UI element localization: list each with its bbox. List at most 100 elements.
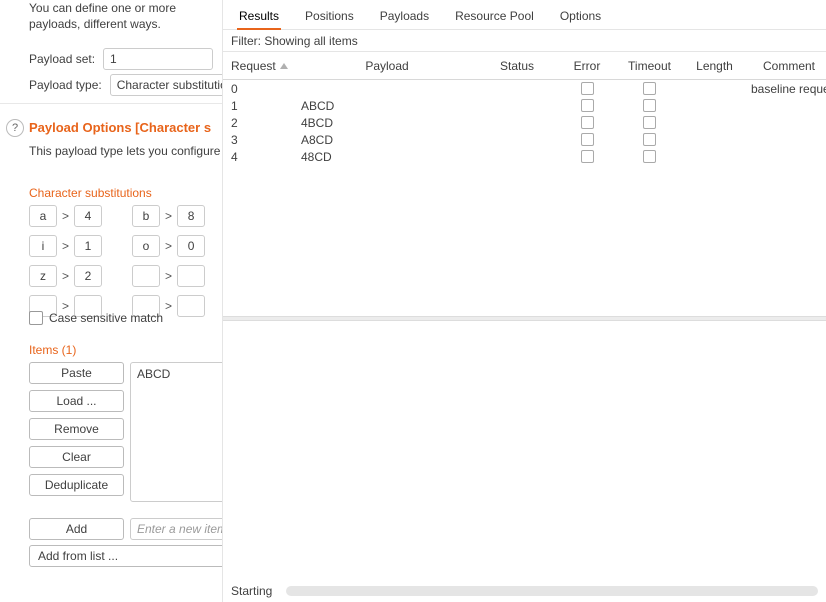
- table-row[interactable]: 0 baseline request: [227, 80, 826, 97]
- arrow-icon: >: [60, 269, 71, 283]
- cell-request: 0: [227, 82, 297, 96]
- table-row[interactable]: 1 ABCD: [227, 97, 826, 114]
- sub-to-input[interactable]: 1: [74, 235, 102, 257]
- intro-text: You can define one or more payloads, dif…: [29, 0, 229, 32]
- sub-from-input[interactable]: [132, 265, 160, 287]
- remove-button[interactable]: Remove: [29, 418, 124, 440]
- col-comment[interactable]: Comment: [747, 59, 826, 73]
- tab-results[interactable]: Results: [239, 9, 279, 29]
- cell-payload: 48CD: [297, 150, 477, 164]
- sub-from-input[interactable]: a: [29, 205, 57, 227]
- cell-error: [557, 82, 617, 95]
- character-substitutions-title: Character substitutions: [29, 186, 152, 200]
- sub-to-input[interactable]: 0: [177, 235, 205, 257]
- cell-timeout: [617, 116, 682, 129]
- table-row[interactable]: 4 48CD: [227, 148, 826, 165]
- payload-type-label: Payload type:: [29, 78, 102, 92]
- arrow-icon: >: [163, 239, 174, 253]
- col-request[interactable]: Request: [227, 59, 297, 73]
- timeout-checkbox[interactable]: [643, 133, 656, 146]
- items-listbox[interactable]: ABCD: [130, 362, 225, 502]
- error-checkbox[interactable]: [581, 133, 594, 146]
- help-icon[interactable]: ?: [6, 119, 24, 137]
- col-payload[interactable]: Payload: [297, 59, 477, 73]
- tab-resource-pool[interactable]: Resource Pool: [455, 9, 534, 29]
- error-checkbox[interactable]: [581, 116, 594, 129]
- tab-options[interactable]: Options: [560, 9, 601, 29]
- tab-payloads[interactable]: Payloads: [380, 9, 429, 29]
- sub-to-input[interactable]: [177, 265, 205, 287]
- col-status[interactable]: Status: [477, 59, 557, 73]
- sub-to-input[interactable]: 4: [74, 205, 102, 227]
- substitution-grid: a > 4 b > 8 i > 1 o > 0 z: [29, 204, 245, 318]
- cell-error: [557, 99, 617, 112]
- case-sensitive-checkbox[interactable]: [29, 311, 43, 325]
- payload-set-value: 1: [110, 52, 117, 66]
- arrow-icon: >: [163, 209, 174, 223]
- sub-from-input[interactable]: i: [29, 235, 57, 257]
- cell-payload: A8CD: [297, 133, 477, 147]
- table-row[interactable]: 2 4BCD: [227, 114, 826, 131]
- cell-timeout: [617, 99, 682, 112]
- items-buttons: Paste Load ... Remove Clear Deduplicate: [29, 362, 124, 496]
- horizontal-splitter[interactable]: [223, 316, 826, 321]
- sub-from-input[interactable]: b: [132, 205, 160, 227]
- sub-from-input[interactable]: o: [132, 235, 160, 257]
- error-checkbox[interactable]: [581, 99, 594, 112]
- timeout-checkbox[interactable]: [643, 99, 656, 112]
- attack-results-panel: Results Positions Payloads Resource Pool…: [222, 0, 826, 602]
- sub-from-input[interactable]: z: [29, 265, 57, 287]
- cell-request: 2: [227, 116, 297, 130]
- results-tabs: Results Positions Payloads Resource Pool…: [223, 0, 826, 30]
- add-from-list-button[interactable]: Add from list ...: [29, 545, 225, 567]
- arrow-icon: >: [60, 239, 71, 253]
- status-text: Starting: [231, 584, 272, 598]
- attack-progress-bar: [286, 586, 818, 596]
- cell-timeout: [617, 150, 682, 163]
- sub-to-input[interactable]: 8: [177, 205, 205, 227]
- error-checkbox[interactable]: [581, 82, 594, 95]
- results-table-header: Request Payload Status Error Timeout Len…: [223, 52, 826, 80]
- status-bar: Starting: [223, 580, 826, 602]
- new-item-input[interactable]: Enter a new item: [130, 518, 225, 540]
- payload-options-desc: This payload type lets you configure: [29, 144, 220, 158]
- timeout-checkbox[interactable]: [643, 150, 656, 163]
- load-button[interactable]: Load ...: [29, 390, 124, 412]
- deduplicate-button[interactable]: Deduplicate: [29, 474, 124, 496]
- cell-timeout: [617, 133, 682, 146]
- col-error[interactable]: Error: [557, 59, 617, 73]
- timeout-checkbox[interactable]: [643, 82, 656, 95]
- timeout-checkbox[interactable]: [643, 116, 656, 129]
- sort-asc-icon: [280, 63, 288, 69]
- payload-set-select[interactable]: 1: [103, 48, 213, 70]
- paste-button[interactable]: Paste: [29, 362, 124, 384]
- cell-request: 1: [227, 99, 297, 113]
- list-item[interactable]: ABCD: [137, 367, 218, 381]
- col-timeout[interactable]: Timeout: [617, 59, 682, 73]
- cell-error: [557, 150, 617, 163]
- tab-positions[interactable]: Positions: [305, 9, 354, 29]
- payload-set-label: Payload set:: [29, 52, 95, 66]
- col-length[interactable]: Length: [682, 59, 747, 73]
- clear-button[interactable]: Clear: [29, 446, 124, 468]
- arrow-icon: >: [163, 269, 174, 283]
- cell-payload: ABCD: [297, 99, 477, 113]
- cell-error: [557, 133, 617, 146]
- payload-type-select[interactable]: Character substitution: [110, 74, 230, 96]
- items-title: Items (1): [29, 343, 76, 357]
- filter-bar[interactable]: Filter: Showing all items: [223, 30, 826, 52]
- payload-type-value: Character substitution: [117, 78, 230, 92]
- table-row[interactable]: 3 A8CD: [227, 131, 826, 148]
- cell-error: [557, 116, 617, 129]
- case-sensitive-label: Case sensitive match: [49, 311, 163, 325]
- cell-payload: 4BCD: [297, 116, 477, 130]
- arrow-icon: >: [163, 299, 174, 313]
- error-checkbox[interactable]: [581, 150, 594, 163]
- sub-to-input[interactable]: 2: [74, 265, 102, 287]
- payload-options-title: Payload Options [Character s: [29, 120, 211, 135]
- cell-comment: baseline request: [747, 82, 826, 96]
- add-button[interactable]: Add: [29, 518, 124, 540]
- cell-request: 3: [227, 133, 297, 147]
- sub-to-input[interactable]: [177, 295, 205, 317]
- results-table-body: 0 baseline request 1 ABCD 2 4BCD: [223, 80, 826, 165]
